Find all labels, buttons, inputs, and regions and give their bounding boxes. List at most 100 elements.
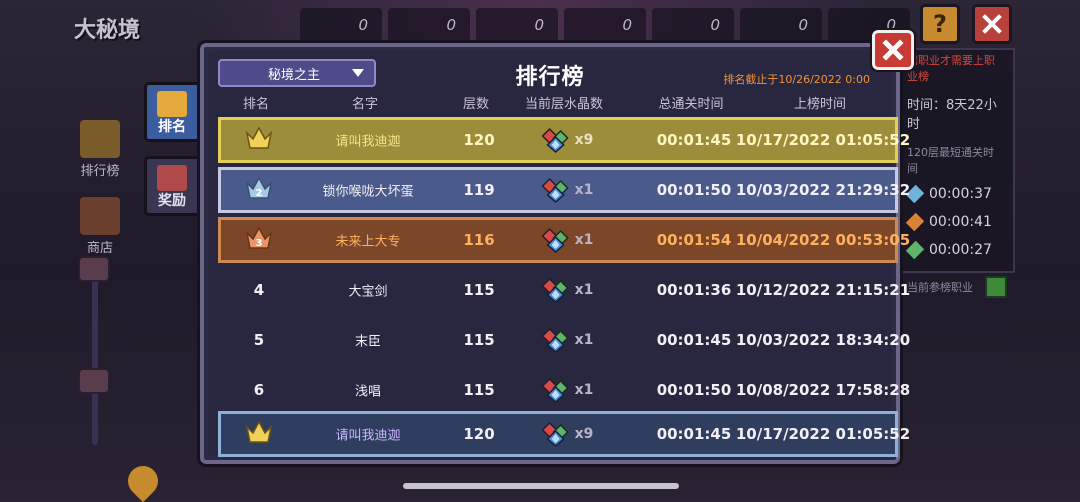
name-cell: 大宝剑: [348, 284, 388, 300]
floor-cell: 115: [463, 331, 495, 349]
floor-cell: 120: [463, 131, 495, 149]
name-cell: 锁你喉咙大坏蛋: [322, 184, 414, 200]
crystal-cell: x1: [541, 277, 593, 303]
date-cell: 10/03/2022 18:34:20: [735, 331, 911, 349]
table-row[interactable]: 6 浅唱 115 x1 00:01:50 10/08/2022 17:58:28: [218, 367, 910, 413]
rank-cell: 2: [244, 175, 274, 205]
clear-time-cell: 00:01:45: [656, 331, 732, 349]
table-row[interactable]: 请叫我迪迦 120 x9 00:01:45 10/17/2022 01:05:52: [218, 117, 910, 163]
date-cell: 10/04/2022 00:53:05: [735, 231, 911, 249]
leaderboard-panel: 秘境之主 排行榜 排名截止于10/26/2022 0:00 排名 名字 层数 当…: [197, 40, 910, 467]
nav-shop[interactable]: 商店: [70, 197, 130, 256]
clear-time-cell: 00:01:50: [656, 381, 732, 399]
crown-icon: 3: [245, 226, 273, 249]
nav-leaderboard[interactable]: 排行榜: [70, 120, 130, 179]
name-cell: 末臣: [354, 334, 382, 350]
crystal-count: x9: [574, 132, 594, 148]
crystal-cell: x1: [541, 227, 593, 253]
rank-cell: 5: [253, 331, 265, 349]
crown-icon: [245, 420, 273, 443]
path-node[interactable]: [78, 368, 110, 394]
clear-time-cell: 00:01:45: [656, 131, 732, 149]
crystal-icon: [541, 327, 569, 353]
name-cell: 请叫我迪迦: [335, 428, 401, 444]
crystal-icon: [541, 127, 569, 153]
panel-body: 秘境之主 排行榜 排名截止于10/26/2022 0:00 排名 名字 层数 当…: [208, 51, 910, 457]
resource-slot: 0: [388, 8, 470, 42]
close-icon: [982, 14, 1002, 34]
rank-cell: 4: [253, 281, 265, 299]
name-cell: 浅唱: [354, 384, 382, 400]
table-row[interactable]: 2 锁你喉咙大坏蛋 119 x1 00:01:50 10/03/2022 21:29:32: [218, 167, 910, 213]
clear-time-cell: 00:01:36: [656, 281, 732, 299]
svg-text:2: 2: [256, 188, 263, 199]
dungeon-path: [92, 265, 98, 445]
crystal-icon: [541, 421, 569, 447]
current-job-label: 当前参榜职业: [907, 281, 973, 294]
current-job: 当前参榜职业: [897, 264, 1013, 298]
table-row[interactable]: 5 末臣 115 x1 00:01:45 10/03/2022 18:34:20: [218, 317, 910, 363]
resource-slot: 0: [652, 8, 734, 42]
header-date: 上榜时间: [793, 97, 847, 112]
resource-slot: 0: [300, 8, 382, 42]
best-time-row: 00:00:27: [897, 236, 1013, 264]
my-rank-row[interactable]: 请叫我迪迦 120 x9 00:01:45 10/17/2022 01:05:52: [218, 411, 910, 457]
trophy-icon: [80, 120, 120, 158]
close-icon: [882, 39, 904, 61]
close-button[interactable]: [870, 28, 916, 72]
cutoff-notice: 排名截止于10/26/2022 0:00: [723, 73, 870, 86]
date-cell: 10/08/2022 17:58:28: [735, 381, 911, 399]
crystal-cell: x9: [541, 127, 594, 153]
name-cell: 未来上大专: [335, 234, 401, 250]
resource-slot: 0: [740, 8, 822, 42]
best-time-value: 00:00:41: [929, 214, 992, 230]
crystal-icon: [541, 377, 569, 403]
crystal-cell: x1: [541, 177, 593, 203]
svg-text:3: 3: [256, 238, 263, 249]
path-node[interactable]: [78, 256, 110, 282]
date-cell: 10/17/2022 01:05:52: [735, 425, 911, 443]
background-close-button[interactable]: [972, 4, 1012, 44]
header-crystal: 当前层水晶数: [524, 97, 604, 112]
crystal-count: x1: [574, 382, 594, 398]
help-button[interactable]: ?: [920, 4, 960, 44]
resource-slot: 0: [564, 8, 646, 42]
tab-reward[interactable]: 奖励: [144, 156, 200, 216]
best-time-row: 00:00:37: [897, 180, 1013, 208]
floor-cell: 116: [463, 231, 495, 249]
table-row[interactable]: 4 大宝剑 115 x1 00:01:36 10/12/2022 21:15:21: [218, 267, 910, 313]
floor-cell: 120: [463, 425, 495, 443]
chest-icon: [157, 165, 187, 191]
tab-ranking[interactable]: 排名: [144, 82, 200, 142]
table-header: 排名 名字 层数 当前层水晶数 总通关时间 上榜时间: [218, 93, 882, 115]
crystal-icon: [541, 277, 569, 303]
nav-label: 排行榜: [80, 164, 120, 179]
crystal-count: x9: [574, 426, 594, 442]
header-rank: 排名: [242, 97, 270, 112]
date-cell: 10/03/2022 21:29:32: [735, 181, 911, 199]
flame-icon: [905, 212, 925, 232]
job-note: 需职业才需要上职业榜: [907, 54, 995, 83]
header-clear-time: 总通关时间: [658, 97, 724, 112]
edit-icon[interactable]: [985, 276, 1007, 298]
rank-cell: [244, 419, 274, 449]
remaining-time: 时间：8天22小时: [907, 98, 997, 132]
rank-cell: 6: [253, 381, 265, 399]
background-title: 大秘境: [74, 18, 141, 43]
clear-time-cell: 00:01:45: [656, 425, 732, 443]
floor-cell: 115: [463, 381, 495, 399]
crystal-cell: x9: [541, 421, 594, 447]
rank-cell: 3: [244, 225, 274, 255]
header-name: 名字: [351, 97, 379, 112]
rank-cell: [244, 125, 274, 155]
resource-slot: 0: [476, 8, 558, 42]
tab-label: 奖励: [158, 193, 186, 209]
date-cell: 10/12/2022 21:15:21: [735, 281, 911, 299]
best-time-value: 00:00:37: [929, 186, 992, 202]
crystal-icon: [541, 227, 569, 253]
best-times-label: 120层最短通关时间: [907, 146, 994, 175]
table-row[interactable]: 3 未来上大专 116 x1 00:01:54 10/04/2022 00:53:05: [218, 217, 910, 263]
crown-icon: 2: [245, 176, 273, 199]
crystal-icon: [541, 177, 569, 203]
floor-cell: 119: [463, 181, 495, 199]
